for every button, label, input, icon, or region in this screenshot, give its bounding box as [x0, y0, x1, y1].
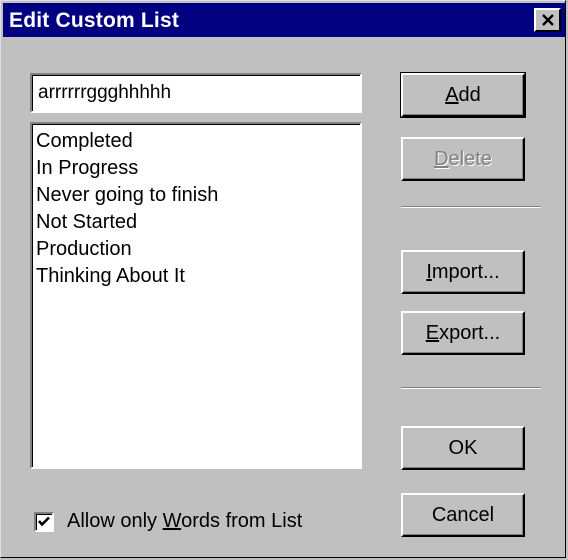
- import-button[interactable]: Import...: [401, 250, 525, 294]
- list-item[interactable]: In Progress: [36, 155, 356, 182]
- list-item[interactable]: Thinking About It: [36, 263, 356, 290]
- delete-mnemonic: D: [434, 148, 449, 170]
- custom-list-box[interactable]: Completed In Progress Never going to finis…: [30, 122, 362, 469]
- title-bar[interactable]: Edit Custom List: [3, 3, 565, 37]
- ok-button[interactable]: OK: [401, 426, 525, 470]
- list-entry-input[interactable]: arrrrrrggghhhhh: [30, 73, 362, 113]
- import-label: mport...: [431, 261, 500, 283]
- add-button[interactable]: Add: [400, 72, 526, 118]
- export-label: xport...: [439, 322, 501, 344]
- cancel-label: Cancel: [431, 504, 495, 526]
- list-item[interactable]: Not Started: [36, 209, 356, 236]
- list-item[interactable]: Production: [36, 236, 356, 263]
- ok-label: OK: [448, 437, 478, 459]
- delete-button[interactable]: Delete: [401, 137, 525, 181]
- delete-label: elete: [448, 148, 492, 170]
- close-button[interactable]: [534, 8, 561, 32]
- label-part: ords from List: [181, 510, 303, 532]
- label-part: Allow only: [67, 510, 163, 532]
- add-label: dd: [458, 84, 481, 106]
- separator: [401, 387, 541, 389]
- export-button[interactable]: Export...: [401, 311, 525, 355]
- window-title: Edit Custom List: [9, 9, 180, 32]
- checkmark-icon: [38, 516, 50, 527]
- edit-custom-list-dialog: Edit Custom List arrrrrrggghhhhh Complet…: [0, 0, 566, 558]
- list-item[interactable]: Never going to finish: [36, 182, 356, 209]
- separator: [401, 206, 541, 208]
- cancel-button[interactable]: Cancel: [401, 493, 525, 537]
- list-item[interactable]: Completed: [36, 128, 356, 155]
- add-mnemonic: A: [445, 84, 459, 106]
- label-mnemonic: W: [162, 510, 182, 532]
- export-mnemonic: E: [425, 322, 440, 344]
- allow-only-words-checkbox[interactable]: [34, 512, 54, 532]
- allow-only-words-label[interactable]: Allow only Words from List: [67, 510, 302, 533]
- close-icon: [541, 14, 554, 26]
